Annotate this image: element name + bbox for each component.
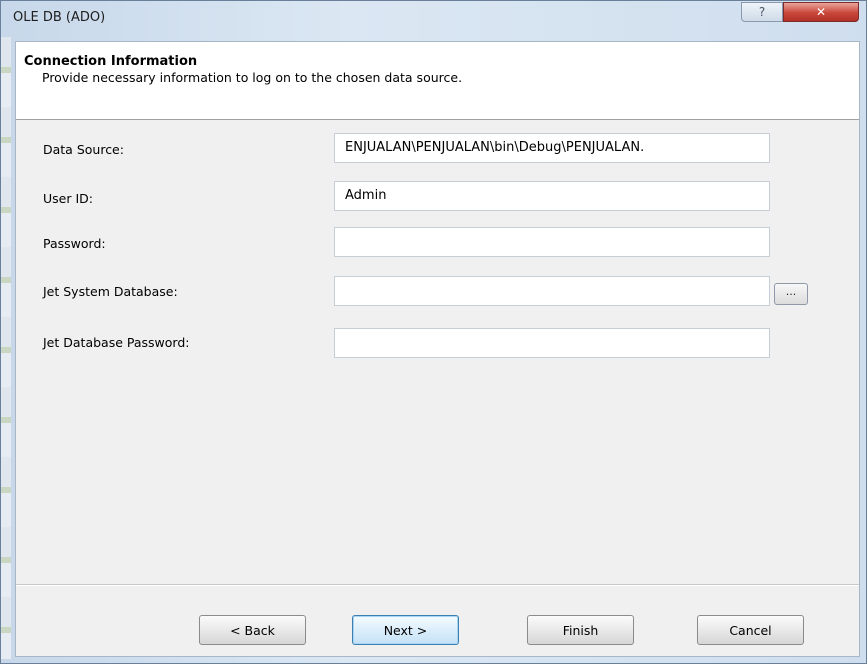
footer-separator (16, 584, 859, 586)
next-button[interactable]: Next > (352, 615, 459, 645)
data-source-label: Data Source: (43, 142, 124, 157)
window-title: OLE DB (ADO) (13, 10, 106, 25)
title-bar: OLE DB (ADO) ? ✕ (1, 1, 867, 39)
cancel-button[interactable]: Cancel (697, 615, 804, 645)
dialog-client-area: Connection Information Provide necessary… (15, 41, 860, 657)
back-button[interactable]: < Back (199, 615, 306, 645)
help-icon: ? (758, 5, 766, 19)
jet-database-password-input[interactable] (334, 328, 770, 358)
header-title: Connection Information (24, 54, 198, 69)
help-button[interactable]: ? (741, 2, 783, 22)
close-icon: ✕ (815, 5, 827, 19)
data-source-input[interactable]: ENJUALAN\PENJUALAN\bin\Debug\PENJUALAN. (334, 133, 770, 163)
dialog-window: OLE DB (ADO) ? ✕ Connection Information … (0, 0, 867, 664)
jet-system-database-label: Jet System Database: (43, 284, 178, 299)
jet-database-password-label: Jet Database Password: (43, 335, 190, 350)
user-id-input[interactable]: Admin (334, 181, 770, 211)
close-button[interactable]: ✕ (783, 2, 859, 22)
left-background-strip (1, 37, 11, 659)
user-id-label: User ID: (43, 191, 93, 206)
password-label: Password: (43, 236, 106, 251)
browse-button[interactable]: ... (774, 283, 808, 305)
finish-button[interactable]: Finish (527, 615, 634, 645)
password-input[interactable] (334, 227, 770, 257)
wizard-header: Connection Information Provide necessary… (16, 42, 859, 120)
header-subtitle: Provide necessary information to log on … (42, 70, 463, 85)
jet-system-database-input[interactable] (334, 276, 770, 306)
